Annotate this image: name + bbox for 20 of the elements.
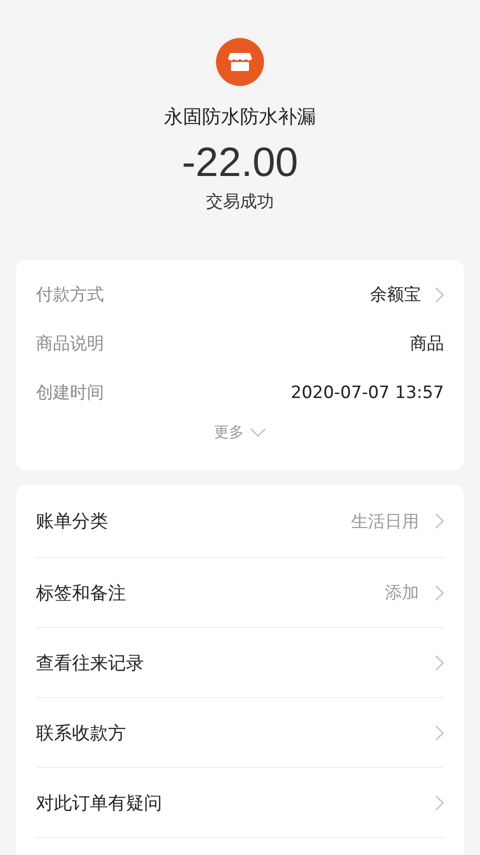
- detail-value[interactable]: 余额宝: [370, 283, 421, 306]
- chevron-right-icon: [435, 654, 444, 670]
- transaction-status: 交易成功: [206, 191, 274, 213]
- chevron-right-icon: [435, 794, 444, 810]
- detail-value: 2020-07-07 13:57: [290, 382, 444, 402]
- detail-label: 付款方式: [36, 284, 105, 306]
- action-row[interactable]: 账单分类 生活日用: [36, 485, 444, 558]
- chevron-right-icon: [435, 724, 444, 740]
- detail-label: 商品说明: [36, 333, 105, 355]
- detail-label: 创建时间: [36, 382, 105, 404]
- merchant-name: 永固防水防水补漏: [164, 105, 316, 129]
- chevron-right-icon: [435, 513, 444, 529]
- chevron-right-icon[interactable]: [435, 286, 444, 302]
- action-row[interactable]: 标签和备注 添加: [36, 558, 444, 628]
- detail-value: 商品: [410, 333, 444, 355]
- chevron-right-icon: [435, 584, 444, 600]
- action-row[interactable]: 对此订单有疑问: [36, 768, 444, 838]
- action-row[interactable]: 联系收款方: [36, 698, 444, 768]
- amount: -22.00: [182, 139, 298, 185]
- action-row[interactable]: 查看往来记录: [36, 628, 444, 698]
